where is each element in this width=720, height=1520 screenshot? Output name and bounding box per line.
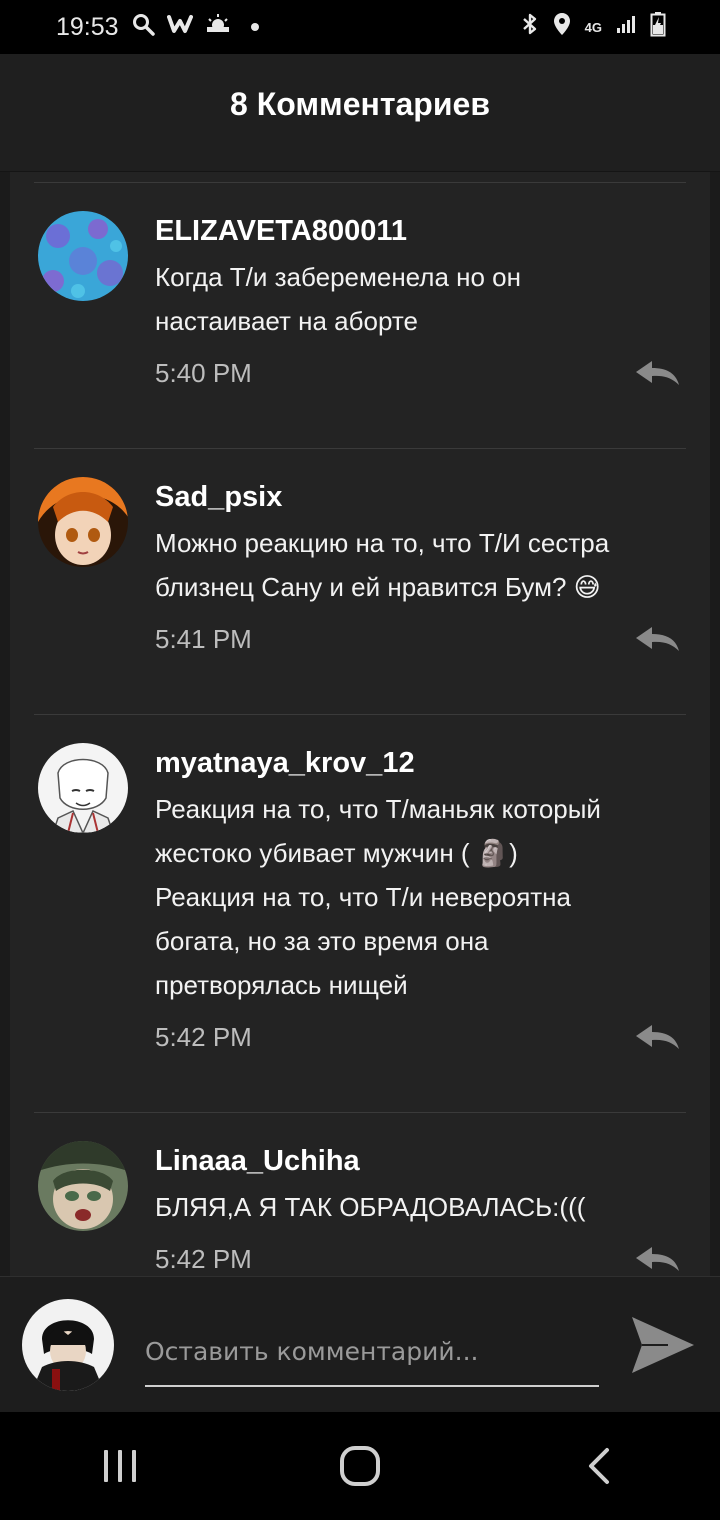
send-icon[interactable] bbox=[628, 1313, 698, 1377]
status-time: 19:53 bbox=[56, 12, 119, 41]
bluetooth-icon bbox=[521, 12, 539, 42]
comment-username[interactable]: Sad_psix bbox=[155, 477, 690, 517]
anime-girl-avatar[interactable] bbox=[38, 477, 128, 567]
anime-character-avatar[interactable] bbox=[38, 1141, 128, 1231]
home-button[interactable] bbox=[320, 1436, 400, 1496]
comment-time: 5:40 PM bbox=[155, 358, 252, 388]
comment-text: Реакция на то, что Т/маньяк который жест… bbox=[155, 794, 601, 1000]
comment-username[interactable]: myatnaya_krov_12 bbox=[155, 743, 690, 783]
comment-item: Linaaa_Uchiha БЛЯЯ,А Я ТАК ОБРАДОВАЛАСЬ:… bbox=[10, 1113, 710, 1276]
comment-text: Когда Т/и забеременела но он настаивает … bbox=[155, 262, 521, 336]
comments-list[interactable]: ELIZAVETA800011 Когда Т/и забеременела н… bbox=[10, 172, 710, 1276]
system-nav-bar bbox=[0, 1412, 720, 1520]
comment-username[interactable]: ELIZAVETA800011 bbox=[155, 211, 690, 251]
comments-header: 8 Комментариев bbox=[0, 54, 720, 172]
comment-item: ELIZAVETA800011 Когда Т/и забеременела н… bbox=[10, 183, 710, 449]
signal-icon bbox=[616, 14, 636, 40]
comment-item: Sad_psix Можно реакцию на то, что Т/И се… bbox=[10, 449, 710, 715]
sketch-character-avatar[interactable] bbox=[38, 743, 128, 833]
comment-text: Можно реакцию на то, что Т/И сестра близ… bbox=[155, 528, 610, 602]
page-title: 8 Комментариев bbox=[230, 86, 490, 122]
search-icon bbox=[131, 12, 155, 43]
status-bar: 19:53 4G bbox=[0, 0, 720, 54]
comment-input-bar bbox=[0, 1276, 720, 1412]
back-icon bbox=[589, 1448, 609, 1484]
comment-input[interactable] bbox=[145, 1317, 599, 1387]
comment-time: 5:42 PM bbox=[155, 1022, 252, 1052]
comment-time: 5:42 PM bbox=[155, 1244, 252, 1274]
comment-username[interactable]: Linaaa_Uchiha bbox=[155, 1141, 690, 1181]
recent-apps-button[interactable] bbox=[80, 1436, 160, 1496]
network-type-label: 4G bbox=[584, 19, 602, 35]
comment-time: 5:41 PM bbox=[155, 624, 252, 654]
notification-dot-icon bbox=[250, 23, 259, 31]
weather-icon bbox=[205, 13, 231, 42]
blue-pattern-avatar[interactable] bbox=[38, 211, 128, 301]
back-button[interactable] bbox=[560, 1436, 640, 1496]
home-icon bbox=[340, 1446, 380, 1486]
reply-icon[interactable] bbox=[632, 1244, 682, 1274]
comment-text: БЛЯЯ,А Я ТАК ОБРАДОВАЛАСЬ:((( bbox=[155, 1192, 586, 1222]
recent-apps-icon bbox=[104, 1450, 136, 1482]
user-avatar[interactable] bbox=[22, 1299, 114, 1391]
reply-icon[interactable] bbox=[632, 1022, 682, 1052]
comment-item: myatnaya_krov_12 Реакция на то, что Т/ма… bbox=[10, 715, 710, 1113]
reply-icon[interactable] bbox=[632, 624, 682, 654]
reply-icon[interactable] bbox=[632, 358, 682, 388]
location-icon bbox=[553, 12, 571, 42]
battery-icon bbox=[650, 11, 666, 43]
wattpad-icon bbox=[166, 13, 193, 42]
